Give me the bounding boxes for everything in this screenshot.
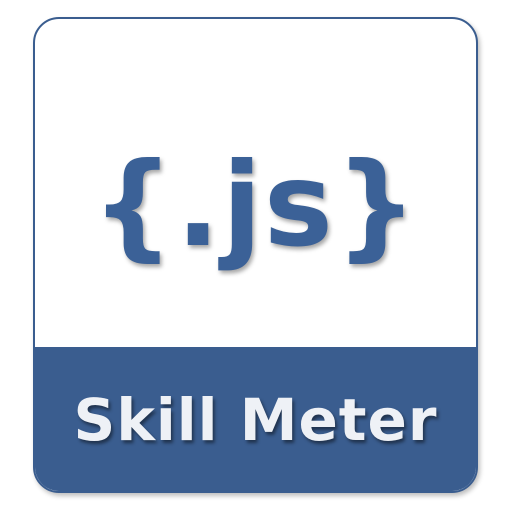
app-icon[interactable]: {.js} Skill Meter bbox=[33, 17, 478, 493]
title-banner: Skill Meter bbox=[35, 347, 476, 491]
js-logo-text: {.js} bbox=[91, 138, 420, 273]
app-title: Skill Meter bbox=[73, 386, 438, 454]
